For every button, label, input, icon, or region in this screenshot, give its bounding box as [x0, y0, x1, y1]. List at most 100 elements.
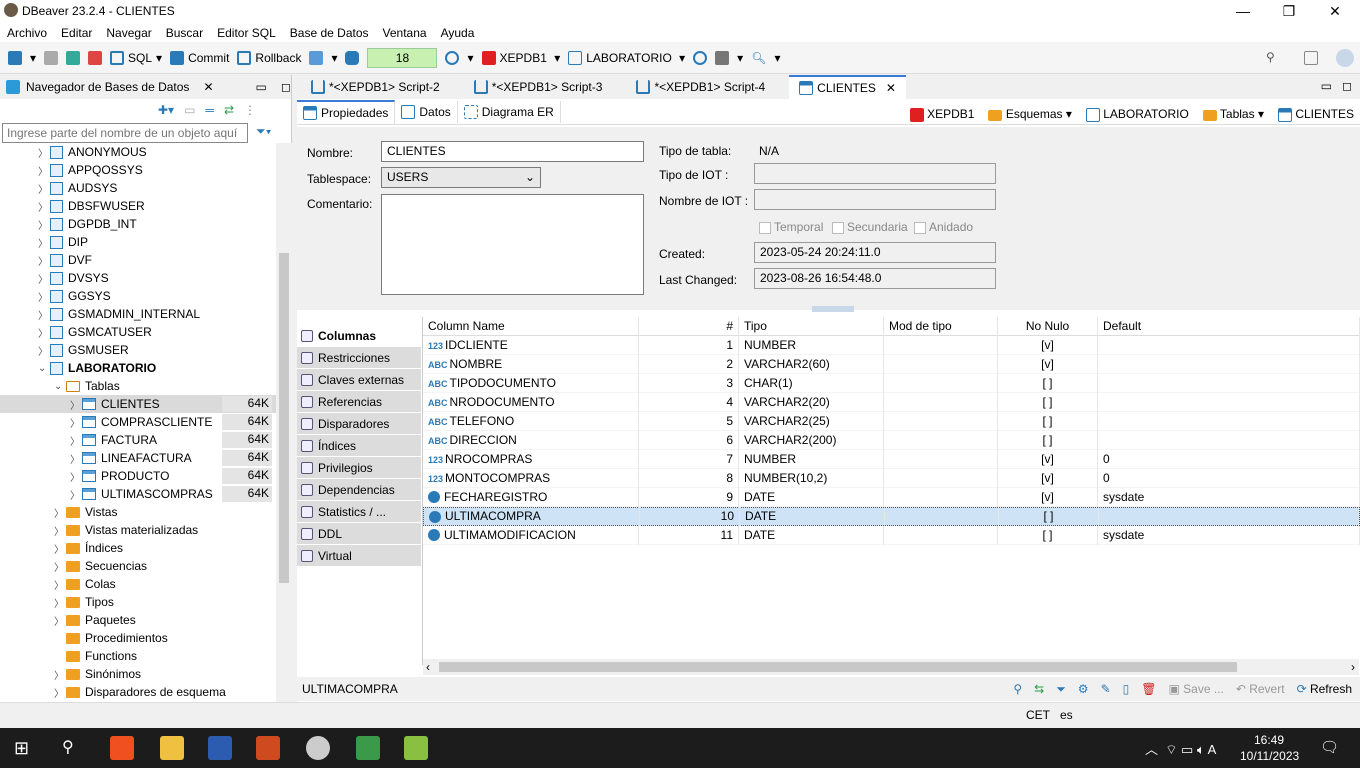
cell-type-mod[interactable] [884, 525, 998, 545]
cell-position[interactable]: 3 [639, 373, 739, 393]
tree-item-schema[interactable]: 〉 GSMUSER [0, 341, 276, 359]
cell-not-null[interactable]: [v] [998, 468, 1098, 488]
cell-not-null[interactable]: [v] [998, 354, 1098, 374]
table-row[interactable]: FECHAREGISTRO 9 DATE [v] sysdate [423, 487, 1360, 507]
navigator-filter-input[interactable] [2, 123, 248, 143]
tree-item-folder[interactable]: 〉 Vistas [0, 503, 276, 521]
new-connection-icon[interactable] [8, 50, 22, 65]
maximize-view-icon[interactable]: ◻ [281, 80, 291, 94]
comentario-textarea[interactable] [381, 194, 644, 295]
navigator-scrollbar[interactable] [276, 143, 292, 703]
active-schema-selector[interactable]: LABORATORIO ▾ [568, 50, 685, 65]
dbeaver-taskbar-icon[interactable] [306, 736, 330, 760]
chevron-right-icon[interactable]: 〉 [54, 613, 66, 628]
chevron-right-icon[interactable]: 〉 [38, 235, 50, 250]
chevron-right-icon[interactable]: 〉 [54, 595, 66, 610]
cell-not-null[interactable]: [v] [998, 335, 1098, 355]
menu-buscar[interactable]: Buscar [159, 22, 210, 42]
section-dependencias[interactable]: Dependencias [297, 479, 421, 500]
header-column-name[interactable]: Column Name [423, 316, 639, 336]
cell-not-null[interactable]: [v] [998, 487, 1098, 507]
cell-not-null[interactable]: [ ] [998, 373, 1098, 393]
cell-type[interactable]: VARCHAR2(25) [739, 411, 884, 431]
cell-type-mod[interactable] [884, 354, 998, 374]
tree-item-schema-laboratorio[interactable]: ⌄ LABORATORIO [0, 359, 276, 377]
sql-editor-button[interactable]: SQL ▾ [110, 50, 162, 65]
chevron-right-icon[interactable]: 〉 [54, 505, 66, 520]
active-connection-selector[interactable]: XEPDB1 ▾ [481, 50, 560, 65]
cell-position[interactable]: 1 [639, 335, 739, 355]
chevron-right-icon[interactable]: 〉 [54, 685, 66, 700]
cell-type-mod[interactable] [884, 411, 998, 431]
header-number[interactable]: # [639, 316, 739, 336]
cell-column-name[interactable]: ABC TELEFONO [423, 411, 639, 431]
chevron-right-icon[interactable]: 〉 [54, 577, 66, 592]
tree-item-table[interactable]: 〉 LINEAFACTURA 64K [0, 449, 276, 467]
chevron-right-icon[interactable]: 〉 [70, 397, 82, 412]
editor-tab[interactable]: *<XEPDB1> Script-3 [464, 75, 613, 99]
maximize-button[interactable]: ❐ [1266, 0, 1312, 22]
tab-propiedades[interactable]: Propiedades [297, 99, 396, 124]
anidado-checkbox[interactable]: Anidado [914, 220, 973, 234]
tree-item-folder[interactable]: 〉 Disparadores de esquema [0, 683, 276, 701]
tree-item-schema[interactable]: 〉 AUDSYS [0, 179, 276, 197]
nombre-input[interactable]: CLIENTES [381, 141, 644, 162]
table-row[interactable]: ABC NOMBRE 2 VARCHAR2(60) [v] [423, 354, 1360, 374]
cell-column-name[interactable]: 123 IDCLIENTE [423, 335, 639, 355]
more-options-icon[interactable]: ⋮ [244, 103, 256, 117]
chevron-down-icon[interactable]: ▾ [30, 51, 36, 65]
tree-item-schema[interactable]: 〉 APPQOSSYS [0, 161, 276, 179]
cell-default[interactable] [1098, 392, 1360, 412]
close-view-icon[interactable]: ✕ [203, 80, 213, 94]
settings-gear-icon[interactable]: ⚙ [1078, 682, 1089, 696]
header-mod-tipo[interactable]: Mod de tipo [884, 316, 998, 336]
cell-not-null[interactable]: [ ] [998, 430, 1098, 450]
brave-browser-icon[interactable] [110, 736, 134, 760]
search-icon[interactable]: ⚲ [1013, 682, 1022, 696]
cell-not-null[interactable]: [ ] [998, 411, 1098, 431]
cell-type[interactable]: NUMBER(10,2) [739, 468, 884, 488]
notepad-app-icon[interactable] [404, 736, 428, 760]
clock-date[interactable]: 10/11/2023 [1240, 749, 1299, 763]
cell-default[interactable]: sysdate [1098, 525, 1360, 545]
tree-item-schema[interactable]: 〉 DBSFWUSER [0, 197, 276, 215]
table-row[interactable]: 123 IDCLIENTE 1 NUMBER [v] [423, 335, 1360, 355]
tablespace-select[interactable]: USERS ⌄ [381, 167, 541, 188]
cell-default[interactable]: 0 [1098, 468, 1360, 488]
commit-button[interactable]: Commit [170, 50, 229, 65]
cell-column-name[interactable]: ULTIMAMODIFICACION [423, 525, 639, 545]
tree-item-folder[interactable]: 〉Procedimientos [0, 629, 276, 647]
chevron-right-icon[interactable]: 〉 [70, 487, 82, 502]
section-índices[interactable]: Índices [297, 435, 421, 456]
editor-tab[interactable]: CLIENTES ✕ [789, 75, 906, 99]
header-no-nulo[interactable]: No Nulo [998, 316, 1098, 336]
dashboard-icon[interactable] [693, 50, 708, 65]
chevron-right-icon[interactable]: 〉 [54, 559, 66, 574]
filter-icon[interactable]: ⏷ [1056, 682, 1066, 697]
cell-default[interactable] [1098, 335, 1360, 355]
cell-default[interactable] [1098, 354, 1360, 374]
chevron-right-icon[interactable]: 〉 [54, 523, 66, 538]
section-restricciones[interactable]: Restricciones [297, 347, 421, 368]
cell-type[interactable]: DATE [739, 487, 884, 507]
chevron-right-icon[interactable]: 〉 [70, 451, 82, 466]
tree-item-folder[interactable]: 〉Functions [0, 647, 276, 665]
table-row[interactable]: ABC DIRECCION 6 VARCHAR2(200) [ ] [423, 430, 1360, 450]
cell-column-name[interactable]: ABC NRODOCUMENTO [423, 392, 639, 412]
cell-type[interactable]: CHAR(1) [739, 373, 884, 393]
chevron-right-icon[interactable]: 〉 [38, 199, 50, 214]
connect-icon[interactable] [44, 50, 59, 65]
chevron-right-icon[interactable]: 〉 [38, 343, 50, 358]
close-button[interactable]: ✕ [1312, 0, 1358, 22]
cell-position[interactable]: 11 [639, 525, 739, 545]
cell-position[interactable]: 8 [639, 468, 739, 488]
table-row[interactable]: ULTIMAMODIFICACION 11 DATE [ ] sysdate [423, 525, 1360, 545]
cell-default[interactable] [1098, 411, 1360, 431]
history-icon[interactable] [445, 50, 460, 65]
tree-item-folder[interactable]: 〉 Índices [0, 539, 276, 557]
tree-item-table[interactable]: 〉 PRODUCTO 64K [0, 467, 276, 485]
header-tipo[interactable]: Tipo [739, 316, 884, 336]
section-privilegios[interactable]: Privilegios [297, 457, 421, 478]
tipo-iot-input[interactable] [754, 163, 996, 184]
grid-horizontal-scrollbar[interactable]: ‹ › [423, 659, 1359, 675]
